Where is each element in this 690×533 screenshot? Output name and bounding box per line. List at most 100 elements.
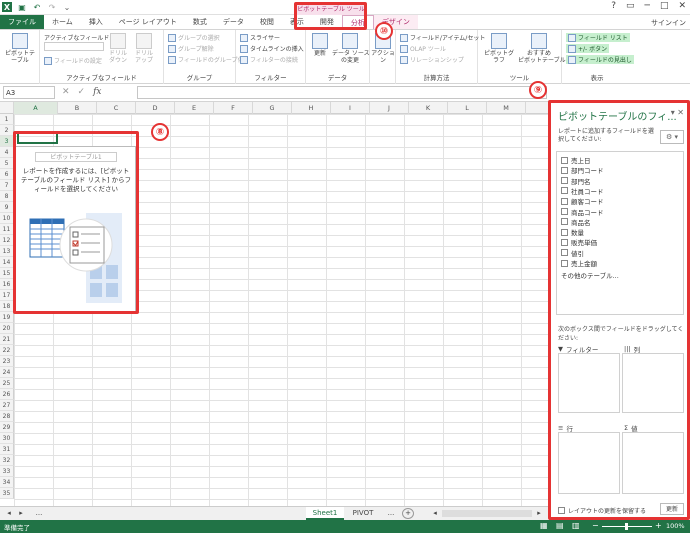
tab-0[interactable]: ファイル xyxy=(0,15,44,29)
slicer-button[interactable]: スライサー xyxy=(240,33,280,42)
column-header[interactable]: B xyxy=(58,102,97,114)
recommended-pivot-button[interactable]: おすすめ ピボットテーブル xyxy=(518,33,566,64)
help-icon[interactable]: ? xyxy=(611,1,616,11)
pivot-chart-button[interactable]: ピボットグラフ xyxy=(482,33,516,64)
name-box[interactable]: A3 xyxy=(3,86,55,99)
column-header[interactable]: L xyxy=(448,102,487,114)
row-header[interactable]: 8 xyxy=(0,191,14,202)
column-header[interactable]: J xyxy=(370,102,409,114)
row-header[interactable]: 2 xyxy=(0,125,14,136)
page-layout-view-icon[interactable]: ▤ xyxy=(556,521,564,530)
row-header[interactable]: 20 xyxy=(0,323,14,334)
row-header[interactable]: 30 xyxy=(0,433,14,444)
row-header[interactable]: 29 xyxy=(0,422,14,433)
zoom-in-icon[interactable]: + xyxy=(655,521,662,530)
sheet-tab-more[interactable]: ... xyxy=(384,507,398,520)
field-list-toggle[interactable]: フィールド リスト xyxy=(566,33,630,42)
prev-sheet-icon[interactable]: ◂ xyxy=(4,507,14,520)
active-field-input[interactable] xyxy=(44,42,104,51)
row-header[interactable]: 10 xyxy=(0,213,14,224)
sign-in-link[interactable]: サインイン xyxy=(651,18,686,28)
row-header[interactable]: 28 xyxy=(0,411,14,422)
cancel-icon[interactable]: ✕ xyxy=(62,87,70,97)
row-header[interactable]: 15 xyxy=(0,268,14,279)
row-header[interactable]: 13 xyxy=(0,246,14,257)
row-header[interactable]: 23 xyxy=(0,356,14,367)
column-header[interactable]: E xyxy=(175,102,214,114)
tab-6[interactable]: 校閲 xyxy=(252,15,282,29)
select-all-corner[interactable] xyxy=(0,102,14,114)
field-settings-button[interactable]: フィールドの設定 xyxy=(44,56,102,65)
sheet-tab-pivot[interactable]: PIVOT xyxy=(346,507,380,520)
insert-function-icon[interactable]: fx xyxy=(93,87,101,97)
tab-3[interactable]: ページ レイアウト xyxy=(111,15,185,29)
row-header[interactable]: 21 xyxy=(0,334,14,345)
tab-2[interactable]: 挿入 xyxy=(81,15,111,29)
column-header[interactable]: G xyxy=(253,102,292,114)
drill-down-button[interactable]: ドリル ダウン xyxy=(106,33,130,64)
row-header[interactable]: 33 xyxy=(0,466,14,477)
tab-1[interactable]: ホーム xyxy=(44,15,81,29)
close-icon[interactable]: ✕ xyxy=(678,1,686,11)
zoom-slider-thumb[interactable] xyxy=(625,523,628,530)
row-header[interactable]: 9 xyxy=(0,202,14,213)
zoom-out-icon[interactable]: − xyxy=(592,521,599,530)
group-selection-button[interactable]: グループの選択 xyxy=(168,33,220,42)
tab-4[interactable]: 数式 xyxy=(185,15,215,29)
change-source-button[interactable]: データ ソース の変更 xyxy=(332,33,370,64)
maximize-icon[interactable]: □ xyxy=(660,1,669,11)
filter-connections-button[interactable]: フィルターの接続 xyxy=(240,55,298,64)
column-header[interactable]: C xyxy=(97,102,136,114)
column-header[interactable]: K xyxy=(409,102,448,114)
undo-icon[interactable]: ↶ xyxy=(32,2,42,12)
plus-minus-buttons-toggle[interactable]: +/- ボタン xyxy=(566,44,610,53)
row-header[interactable]: 34 xyxy=(0,477,14,488)
column-header[interactable]: D xyxy=(136,102,175,114)
drill-up-button[interactable]: ドリル アップ xyxy=(132,33,156,64)
row-header[interactable]: 24 xyxy=(0,367,14,378)
row-header[interactable]: 25 xyxy=(0,378,14,389)
column-header[interactable]: M xyxy=(487,102,526,114)
row-header[interactable]: 1 xyxy=(0,114,14,125)
row-header[interactable]: 7 xyxy=(0,180,14,191)
row-header[interactable]: 31 xyxy=(0,444,14,455)
row-header[interactable]: 22 xyxy=(0,345,14,356)
enter-icon[interactable]: ✓ xyxy=(78,87,86,97)
row-header[interactable]: 35 xyxy=(0,488,14,499)
tab-5[interactable]: データ xyxy=(215,15,252,29)
row-header[interactable]: 19 xyxy=(0,312,14,323)
row-header[interactable]: 3 xyxy=(0,136,14,147)
customize-qat-icon[interactable]: ⌄ xyxy=(62,2,72,12)
refresh-button[interactable]: 更新 xyxy=(310,33,330,57)
ribbon-display-icon[interactable]: ▭ xyxy=(626,1,635,11)
zoom-level[interactable]: 100% xyxy=(666,522,685,530)
row-header[interactable]: 4 xyxy=(0,147,14,158)
new-sheet-icon[interactable]: + xyxy=(402,508,414,519)
relationships-button[interactable]: リレーションシップ xyxy=(400,55,464,64)
olap-tools-button[interactable]: OLAP ツール xyxy=(400,44,446,53)
column-header[interactable]: I xyxy=(331,102,370,114)
next-sheet-icon[interactable]: ▸ xyxy=(16,507,26,520)
redo-icon[interactable]: ↷ xyxy=(47,2,57,12)
row-header[interactable]: 16 xyxy=(0,279,14,290)
pivot-table-button[interactable]: ピボットテーブル xyxy=(2,33,38,64)
row-header[interactable]: 26 xyxy=(0,389,14,400)
row-header[interactable]: 6 xyxy=(0,169,14,180)
hscroll-right-icon[interactable]: ▸ xyxy=(534,507,544,520)
save-icon[interactable]: ▣ xyxy=(17,2,27,12)
horizontal-scrollbar[interactable] xyxy=(442,510,532,517)
row-header[interactable]: 14 xyxy=(0,257,14,268)
hscroll-left-icon[interactable]: ◂ xyxy=(430,507,440,520)
sheet-nav-ellipsis[interactable]: ... xyxy=(30,507,48,520)
normal-view-icon[interactable]: ▦ xyxy=(540,521,548,530)
formula-input[interactable] xyxy=(137,86,547,99)
row-header[interactable]: 27 xyxy=(0,400,14,411)
row-header[interactable]: 18 xyxy=(0,301,14,312)
column-header[interactable]: A xyxy=(14,102,58,114)
fields-items-sets-button[interactable]: フィールド/アイテム/セット xyxy=(400,33,485,42)
row-header[interactable]: 11 xyxy=(0,224,14,235)
row-header[interactable]: 12 xyxy=(0,235,14,246)
row-header[interactable]: 5 xyxy=(0,158,14,169)
field-headers-toggle[interactable]: フィールドの見出し xyxy=(566,55,634,64)
timeline-button[interactable]: タイムラインの挿入 xyxy=(240,44,304,53)
